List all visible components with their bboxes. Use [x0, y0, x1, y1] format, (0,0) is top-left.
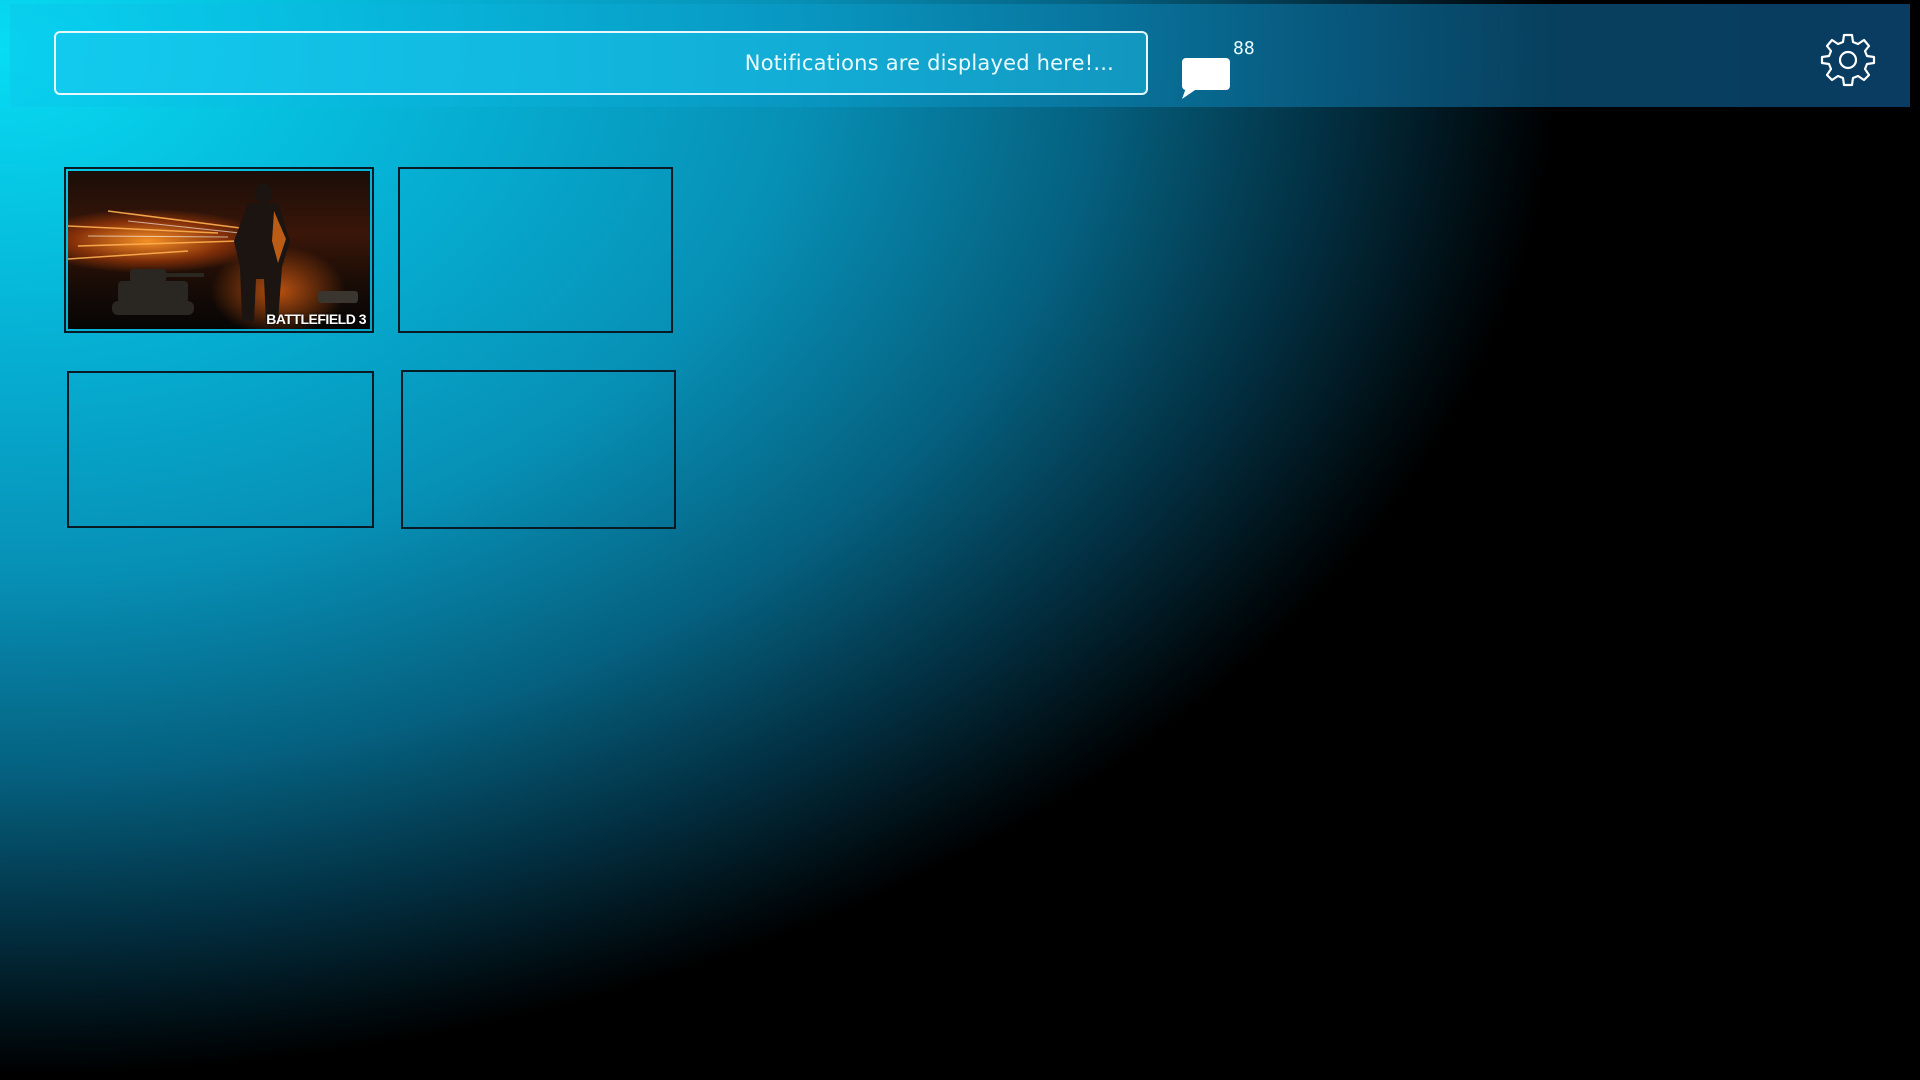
- empty-tile[interactable]: [401, 370, 676, 529]
- notification-text: Notifications are displayed here!...: [744, 51, 1114, 75]
- game-cover-art: BATTLEFIELD 3: [68, 171, 370, 329]
- empty-tile[interactable]: [398, 167, 673, 333]
- chat-bubble-icon[interactable]: [1180, 56, 1232, 100]
- message-count: 88: [1233, 38, 1255, 59]
- game-title-logo: BATTLEFIELD 3: [266, 311, 366, 327]
- game-tile[interactable]: BATTLEFIELD 3: [64, 167, 374, 333]
- gear-icon[interactable]: [1820, 31, 1876, 87]
- notification-bar[interactable]: Notifications are displayed here!...: [54, 31, 1148, 95]
- empty-tile[interactable]: [67, 371, 374, 528]
